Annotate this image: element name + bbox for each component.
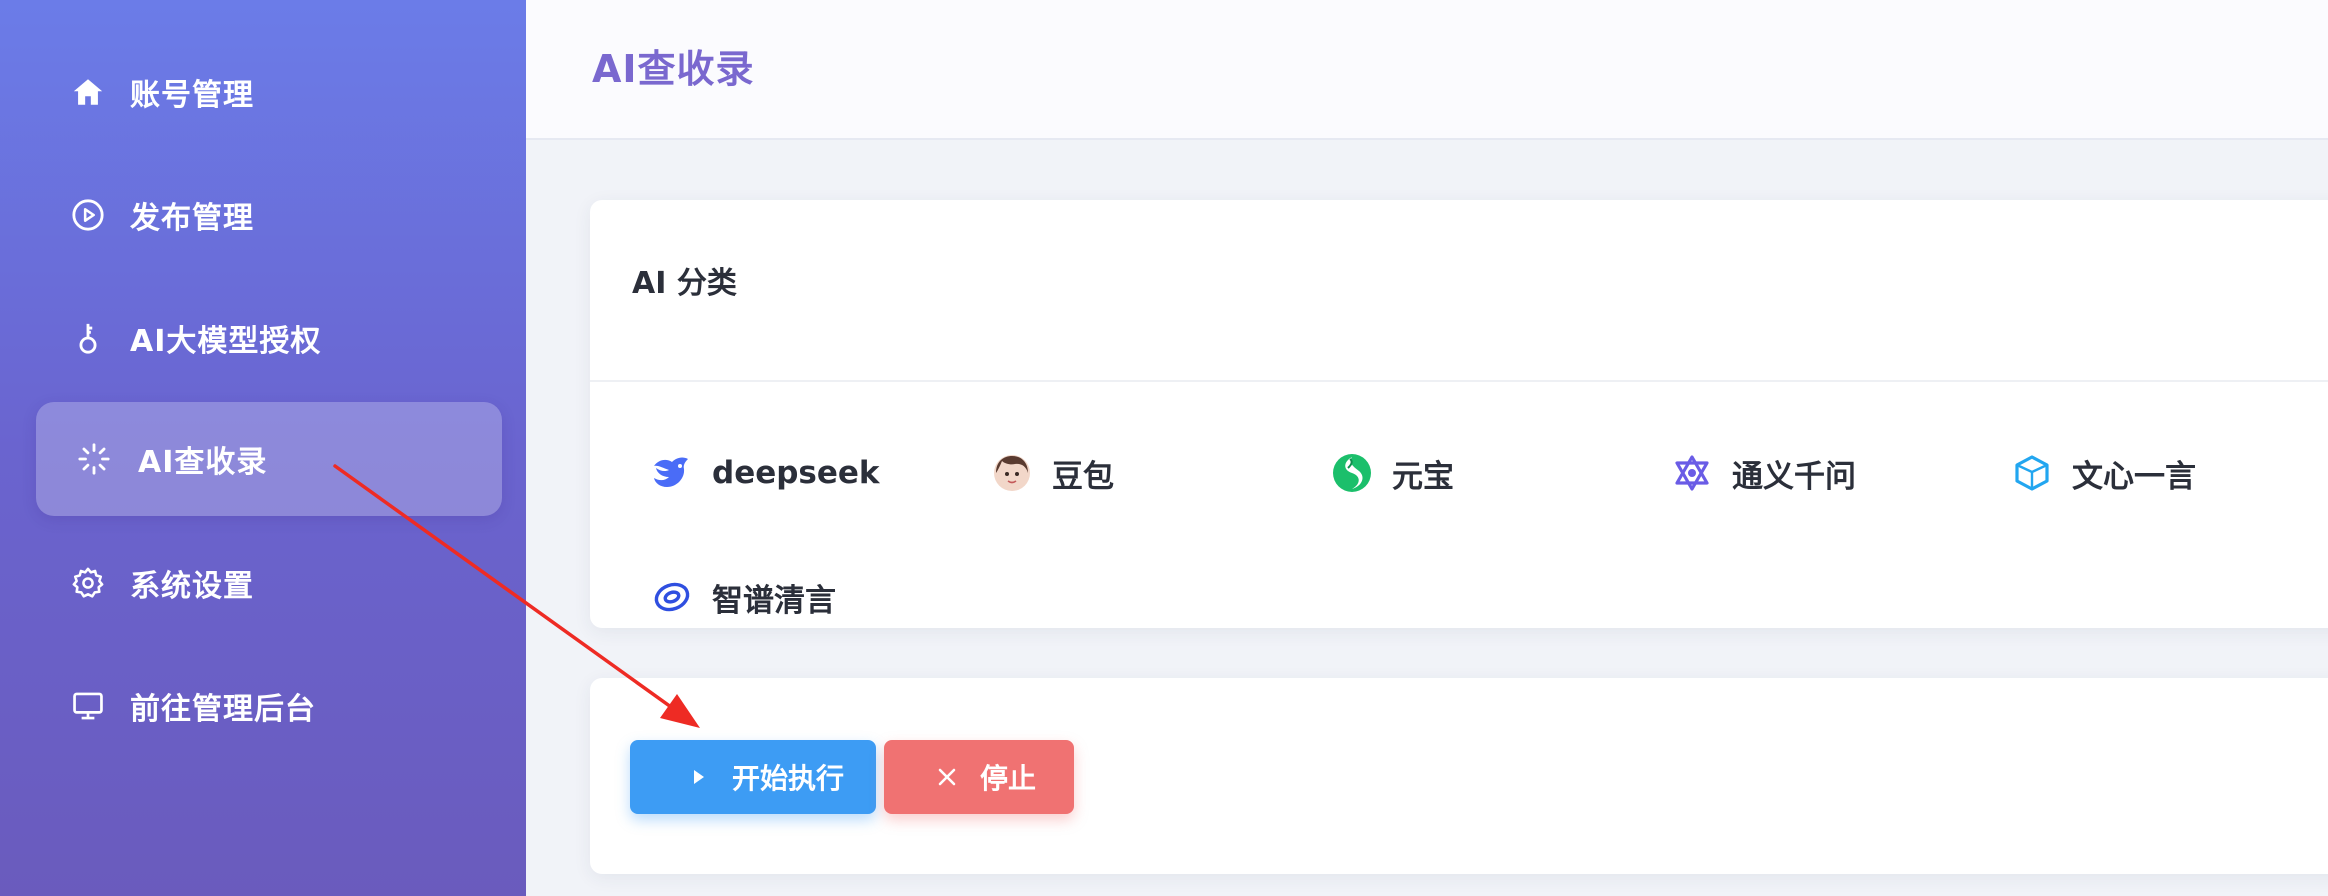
header: AI查收录 <box>526 0 2328 140</box>
gear-icon <box>70 565 106 601</box>
page-title: AI查收录 <box>592 47 755 91</box>
sidebar-item-ai-check[interactable]: AI查收录 <box>36 402 502 516</box>
deepseek-logo-icon <box>652 453 692 493</box>
stop-button[interactable]: 停止 <box>884 740 1074 814</box>
sidebar-item-label: AI大模型授权 <box>130 324 322 359</box>
divider <box>590 380 2328 382</box>
close-icon <box>932 762 962 792</box>
stop-button-label: 停止 <box>980 762 1037 795</box>
sidebar-item-settings[interactable]: 系统设置 <box>36 526 502 640</box>
ai-item-doubao[interactable]: 豆包 <box>992 448 1114 498</box>
main-content: AI 分类 deepseek 豆包 元宝 通义千问 文心一言 智谱清言 开始执行… <box>526 140 2328 896</box>
action-card: 开始执行 停止 <box>590 678 2328 874</box>
sidebar-item-label: 账号管理 <box>130 78 254 113</box>
sidebar-item-label: 前往管理后台 <box>130 692 316 727</box>
loading-icon <box>76 441 112 477</box>
sidebar-item-admin[interactable]: 前往管理后台 <box>36 649 502 763</box>
ai-item-wenxin[interactable]: 文心一言 <box>2012 448 2196 498</box>
start-button[interactable]: 开始执行 <box>630 740 876 814</box>
ai-item-label: 元宝 <box>1392 458 1454 495</box>
start-button-label: 开始执行 <box>732 762 845 795</box>
sidebar-item-ai-auth[interactable]: AI大模型授权 <box>36 281 502 395</box>
ai-item-yuanbao[interactable]: 元宝 <box>1332 448 1454 498</box>
ai-item-label: deepseek <box>712 455 880 491</box>
tongyi-logo-icon <box>1672 453 1712 493</box>
monitor-icon <box>70 688 106 724</box>
sidebar-item-label: 系统设置 <box>130 569 254 604</box>
ai-item-label: 智谱清言 <box>712 582 836 619</box>
sidebar: 账号管理 发布管理 AI大模型授权 AI查收录 系统设置 前往管理后台 <box>0 0 526 896</box>
wenxin-logo-icon <box>2012 453 2052 493</box>
ai-item-label: 文心一言 <box>2072 458 2196 495</box>
ai-item-label: 豆包 <box>1052 458 1114 495</box>
home-icon <box>70 74 106 110</box>
key-icon <box>70 320 106 356</box>
card-title: AI 分类 <box>632 266 737 301</box>
play-circle-icon <box>70 197 106 233</box>
ai-item-deepseek[interactable]: deepseek <box>652 448 880 498</box>
sidebar-item-account[interactable]: 账号管理 <box>36 35 502 149</box>
sidebar-item-label: AI查收录 <box>138 445 268 480</box>
ai-item-label: 通义千问 <box>1732 458 1856 495</box>
ai-category-card: AI 分类 deepseek 豆包 元宝 通义千问 文心一言 智谱清言 <box>590 200 2328 628</box>
doubao-avatar-icon <box>992 453 1032 493</box>
ai-item-tongyi[interactable]: 通义千问 <box>1672 448 1856 498</box>
sidebar-item-publish[interactable]: 发布管理 <box>36 158 502 272</box>
play-icon <box>684 762 714 792</box>
sidebar-item-label: 发布管理 <box>130 201 254 236</box>
zhipu-logo-icon <box>652 577 692 617</box>
yuanbao-logo-icon <box>1332 453 1372 493</box>
ai-item-zhipu[interactable]: 智谱清言 <box>652 572 836 622</box>
